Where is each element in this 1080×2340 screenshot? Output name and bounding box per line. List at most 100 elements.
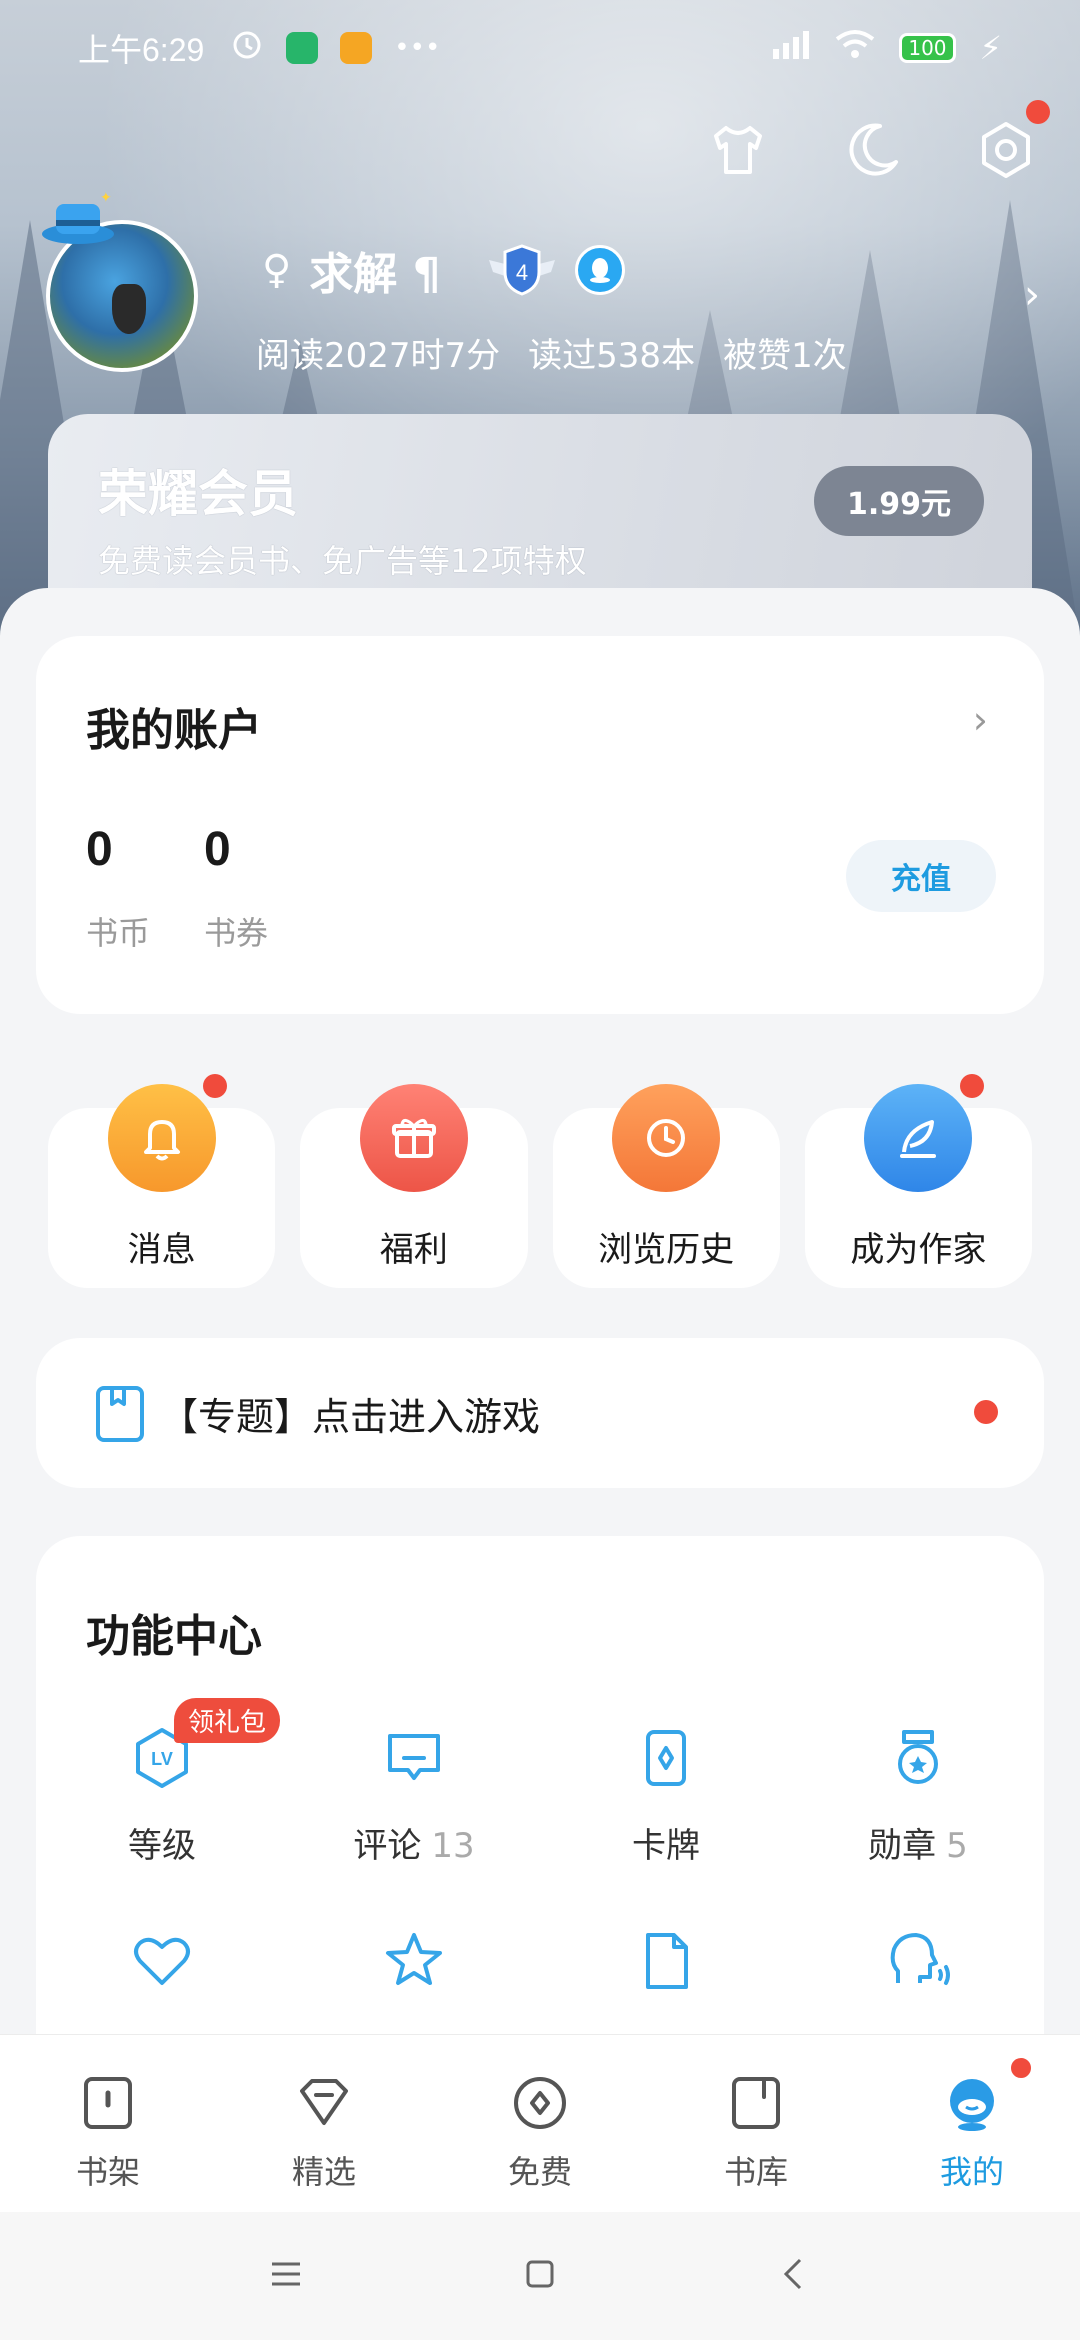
topic-banner[interactable]: 【专题】点击进入游戏 bbox=[36, 1338, 1044, 1488]
topic-label: 【专题】点击进入游戏 bbox=[160, 1395, 541, 1439]
night-mode-moon-icon[interactable] bbox=[840, 118, 904, 182]
reading-time-stat: 阅读2027时7分 bbox=[256, 336, 501, 376]
nav-featured[interactable]: 精选 bbox=[216, 2035, 432, 2212]
nav-label: 书库 bbox=[723, 2153, 788, 2191]
back-chevron-icon[interactable] bbox=[774, 2254, 814, 2298]
function-document[interactable] bbox=[540, 1927, 792, 1995]
nav-bookshelf[interactable]: 书架 bbox=[0, 2035, 216, 2212]
bottom-navigation: 书架 精选 免费 书库 我的 bbox=[0, 2034, 1080, 2212]
account-title: 我的账户 bbox=[86, 705, 262, 756]
avatar-hat-icon: ✦ bbox=[38, 190, 118, 244]
svg-text:4: 4 bbox=[515, 260, 527, 285]
clock-icon bbox=[612, 1084, 721, 1192]
nav-mine[interactable]: 我的 bbox=[864, 2035, 1080, 2212]
voice-head-icon bbox=[890, 1933, 950, 1985]
coins-label: 书币 bbox=[86, 914, 151, 952]
quick-action-messages[interactable]: 消息 bbox=[48, 1074, 276, 1288]
diamond-icon bbox=[300, 2079, 348, 2125]
comments-count: 13 bbox=[431, 1826, 475, 1866]
more-notifications-icon: ••• bbox=[394, 33, 441, 63]
topic-notification-dot bbox=[974, 1400, 998, 1424]
recharge-button[interactable]: 充值 bbox=[846, 840, 996, 912]
document-icon bbox=[646, 1933, 688, 1989]
star-icon bbox=[386, 1933, 442, 1985]
quick-action-welfare[interactable]: 福利 bbox=[300, 1084, 528, 1288]
vip-title: 荣耀会员 bbox=[98, 465, 298, 523]
nav-label: 免费 bbox=[507, 2153, 572, 2191]
function-label: 勋章 5 bbox=[868, 1826, 968, 1866]
app-notification-icon bbox=[286, 32, 319, 64]
status-time: 上午6:29 bbox=[78, 32, 205, 68]
quick-action-label: 消息 bbox=[127, 1230, 196, 1270]
function-star[interactable] bbox=[288, 1927, 540, 1995]
heart-icon bbox=[134, 1937, 190, 1985]
home-square-icon[interactable] bbox=[520, 2254, 560, 2298]
gift-package-tag[interactable]: 领礼包 bbox=[174, 1698, 281, 1743]
theme-shirt-icon[interactable] bbox=[706, 118, 770, 182]
vip-subtitle: 免费读会员书、免广告等12项特权 bbox=[98, 542, 587, 580]
avatar-art bbox=[112, 284, 146, 334]
function-level[interactable]: LV 领礼包 等级 bbox=[36, 1698, 288, 1867]
quick-action-label: 浏览历史 bbox=[598, 1230, 735, 1270]
mine-mascot-icon bbox=[950, 2079, 994, 2131]
profile-name: 求解 ¶ bbox=[309, 249, 441, 300]
bookmark-book-icon bbox=[94, 1384, 146, 1448]
function-cards[interactable]: 卡牌 bbox=[540, 1724, 792, 1867]
likes-stat: 被赞1次 bbox=[723, 336, 847, 376]
charging-icon: ⚡ bbox=[979, 29, 1002, 67]
level-badge-icon: 4 bbox=[487, 242, 557, 298]
gift-icon bbox=[359, 1084, 468, 1192]
status-bar: 上午6:29 ••• 100 ⚡ bbox=[0, 0, 1080, 96]
quick-actions: 消息 福利 浏览历史 成为作家 bbox=[48, 1074, 1032, 1288]
gender-female-icon: ♀ bbox=[262, 247, 292, 293]
function-center-card: 功能中心 LV 领礼包 等级 评论 13 卡牌 勋章 5 bbox=[36, 1536, 1044, 2096]
nav-free[interactable]: 免费 bbox=[432, 2035, 648, 2212]
alarm-icon bbox=[230, 27, 264, 69]
settings-gear-icon[interactable] bbox=[974, 100, 1050, 182]
medals-count: 5 bbox=[946, 1826, 968, 1866]
function-medals[interactable]: 勋章 5 bbox=[792, 1724, 1044, 1867]
svg-text:LV: LV bbox=[151, 1749, 173, 1769]
function-label: 卡牌 bbox=[632, 1826, 700, 1866]
medal-icon bbox=[898, 1730, 938, 1784]
quill-icon bbox=[864, 1084, 973, 1192]
account-chevron-right-icon[interactable]: › bbox=[973, 698, 988, 742]
free-coin-icon bbox=[514, 2077, 566, 2129]
nav-library[interactable]: 书库 bbox=[648, 2035, 864, 2212]
menu-icon[interactable] bbox=[266, 2254, 306, 2298]
app-notification-icon bbox=[340, 32, 373, 64]
signal-icon bbox=[771, 29, 811, 67]
profile-name-row[interactable]: ♀ 求解 ¶ 4 bbox=[262, 238, 625, 302]
nav-label: 我的 bbox=[939, 2153, 1004, 2191]
author-notification-dot bbox=[960, 1074, 984, 1098]
battery-indicator: 100 bbox=[899, 33, 956, 63]
settings-notification-dot bbox=[1026, 100, 1050, 124]
qq-bind-icon[interactable] bbox=[574, 245, 625, 295]
function-label: 评论 13 bbox=[353, 1826, 475, 1866]
system-navigation-bar bbox=[0, 2212, 1080, 2340]
card-icon bbox=[646, 1730, 686, 1786]
vouchers-label: 书券 bbox=[204, 914, 269, 952]
function-voice[interactable] bbox=[792, 1927, 1044, 1995]
function-comments[interactable]: 评论 13 bbox=[288, 1724, 540, 1867]
quick-action-history[interactable]: 浏览历史 bbox=[552, 1084, 780, 1288]
svg-text:✦: ✦ bbox=[100, 190, 112, 206]
vouchers-value: 0 bbox=[204, 823, 231, 876]
mine-notification-dot bbox=[1008, 2055, 1034, 2081]
nav-label: 书架 bbox=[75, 2153, 140, 2191]
books-read-stat: 读过538本 bbox=[528, 336, 696, 376]
profile-chevron-right-icon[interactable]: › bbox=[1024, 272, 1040, 318]
library-icon bbox=[732, 2077, 780, 2129]
profile-stats: 阅读2027时7分 读过538本 被赞1次 bbox=[256, 328, 847, 377]
vip-price-button[interactable]: 1.99元 bbox=[814, 466, 984, 536]
bookshelf-icon bbox=[84, 2077, 132, 2129]
function-label: 等级 bbox=[128, 1826, 196, 1866]
header-actions bbox=[706, 100, 1050, 182]
quick-action-label: 成为作家 bbox=[850, 1230, 987, 1270]
nav-label: 精选 bbox=[291, 2153, 356, 2191]
quick-action-become-author[interactable]: 成为作家 bbox=[804, 1074, 1032, 1288]
function-grid: LV 领礼包 等级 评论 13 卡牌 勋章 5 bbox=[36, 1698, 1044, 1995]
account-card[interactable]: 我的账户 › 0 0 书币 书券 充值 bbox=[36, 636, 1044, 1014]
wifi-icon bbox=[835, 29, 875, 67]
function-favorites[interactable] bbox=[36, 1927, 288, 1995]
